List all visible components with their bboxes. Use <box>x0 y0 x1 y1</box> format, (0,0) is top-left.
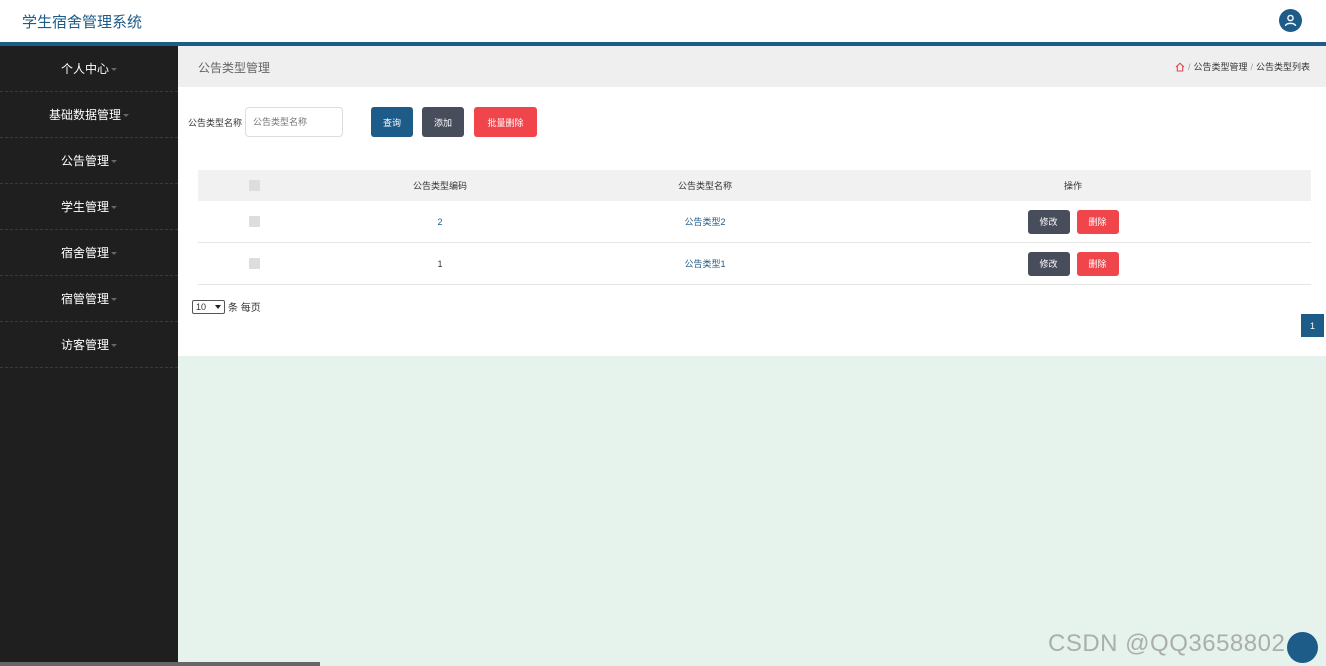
sidebar-item-basic-data[interactable]: 基础数据管理 <box>0 92 178 138</box>
bulk-delete-button[interactable]: 批量删除 <box>474 107 537 137</box>
edit-button[interactable]: 修改 <box>1027 251 1070 276</box>
data-table: 公告类型编码 公告类型名称 操作 2 公告类型2 修改 删除 1 公告类型1 修… <box>198 170 1311 285</box>
breadcrumb-item[interactable]: 公告类型管理 <box>1193 60 1247 73</box>
sidebar-item-dorm-managers[interactable]: 宿管管理 <box>0 276 178 322</box>
user-avatar-icon[interactable] <box>1279 9 1302 32</box>
chevron-down-icon <box>215 304 221 309</box>
main-content: 公告类型管理 / 公告类型管理 / 公告类型列表 公告类型名称 查询 添加 批量… <box>178 46 1326 356</box>
page-size-value: 10 <box>196 301 207 312</box>
cell-name: 公告类型1 <box>684 259 726 269</box>
column-header: 公告类型名称 <box>677 181 732 191</box>
sidebar-item-announcements[interactable]: 公告管理 <box>0 138 178 184</box>
delete-button[interactable]: 删除 <box>1076 251 1119 276</box>
cell-name: 公告类型2 <box>684 217 726 227</box>
chevron-down-icon <box>111 160 117 163</box>
chevron-down-icon <box>111 252 117 255</box>
cell-id: 2 <box>437 216 443 227</box>
query-button[interactable]: 查询 <box>371 107 413 137</box>
row-checkbox[interactable] <box>248 258 260 269</box>
chevron-down-icon <box>123 114 129 117</box>
chevron-down-icon <box>111 68 117 71</box>
add-button[interactable]: 添加 <box>422 107 464 137</box>
floating-action-button[interactable] <box>1287 632 1318 663</box>
watermark: CSDN @QQ3658802 <box>1048 630 1286 657</box>
chevron-down-icon <box>111 206 117 209</box>
sidebar-item-students[interactable]: 学生管理 <box>0 184 178 230</box>
row-actions: 修改 删除 <box>973 243 1173 284</box>
page-size-select[interactable]: 10 <box>192 299 225 314</box>
chevron-down-icon <box>111 298 117 301</box>
page-size-control: 10 条 每页 <box>192 299 261 314</box>
sidebar-item-label: 公告管理 <box>60 154 109 168</box>
sidebar-item-label: 宿舍管理 <box>60 246 109 260</box>
chevron-down-icon <box>111 344 117 347</box>
page-title-bar: 公告类型管理 / 公告类型管理 / 公告类型列表 <box>178 46 1326 87</box>
breadcrumb-separator: / <box>1187 61 1191 72</box>
sidebar-item-dorms[interactable]: 宿舍管理 <box>0 230 178 276</box>
breadcrumb-separator: / <box>1250 61 1253 72</box>
row-actions: 修改 删除 <box>973 201 1173 242</box>
cell-id: 1 <box>437 258 443 269</box>
home-icon[interactable] <box>1175 61 1185 72</box>
page-title: 公告类型管理 <box>198 61 271 75</box>
per-page-text: 条 每页 <box>228 303 261 314</box>
table-row: 2 公告类型2 修改 删除 <box>198 201 1311 243</box>
sidebar-item-label: 访客管理 <box>60 338 109 352</box>
sidebar-item-label: 宿管管理 <box>60 292 109 306</box>
sidebar-item-label: 学生管理 <box>60 200 109 214</box>
page-number-button[interactable]: 1 <box>1301 314 1324 337</box>
horizontal-scrollbar[interactable] <box>0 662 320 666</box>
search-form: 公告类型名称 <box>188 107 344 137</box>
row-checkbox[interactable] <box>248 216 260 227</box>
search-label: 公告类型名称 <box>188 117 243 128</box>
delete-button[interactable]: 删除 <box>1076 209 1119 234</box>
breadcrumb: / 公告类型管理 / 公告类型列表 <box>1175 60 1310 73</box>
sidebar-item-label: 个人中心 <box>60 62 109 76</box>
sidebar-item-label: 基础数据管理 <box>48 108 121 122</box>
column-header: 公告类型编码 <box>412 181 467 191</box>
sidebar: 个人中心 基础数据管理 公告管理 学生管理 宿舍管理 宿管管理 访客管理 <box>0 46 320 666</box>
table-header-row: 公告类型编码 公告类型名称 操作 <box>198 170 1311 201</box>
edit-button[interactable]: 修改 <box>1027 209 1070 234</box>
search-input[interactable] <box>245 107 344 137</box>
top-bar: 学生宿舍管理系统 <box>0 0 1326 42</box>
breadcrumb-item: 公告类型列表 <box>1255 62 1310 72</box>
table-row: 1 公告类型1 修改 删除 <box>198 243 1311 285</box>
column-header: 操作 <box>1063 181 1082 191</box>
sidebar-item-visitors[interactable]: 访客管理 <box>0 322 178 368</box>
sidebar-item-personal-center[interactable]: 个人中心 <box>0 46 178 92</box>
app-title: 学生宿舍管理系统 <box>22 14 143 31</box>
select-all-checkbox[interactable] <box>248 180 260 191</box>
